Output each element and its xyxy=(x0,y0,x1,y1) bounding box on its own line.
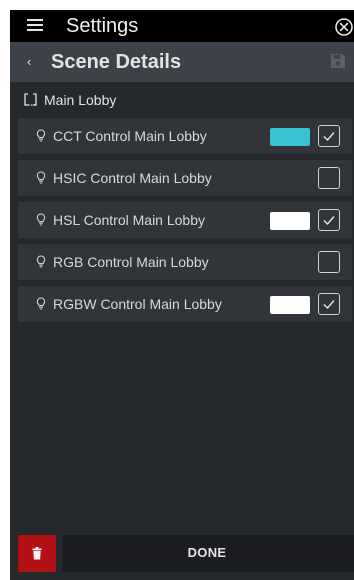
save-icon[interactable] xyxy=(330,53,346,69)
device-label: RGBW Control Main Lobby xyxy=(53,296,222,312)
device-checkbox[interactable] xyxy=(318,251,340,273)
device-label: HSL Control Main Lobby xyxy=(53,212,206,228)
list-item[interactable]: HSL Control Main Lobby xyxy=(18,202,352,238)
group-label: Main Lobby xyxy=(44,92,117,108)
delete-button[interactable] xyxy=(18,535,56,572)
device-checkbox[interactable] xyxy=(318,125,340,147)
bulb-icon xyxy=(36,255,46,268)
section-title: Scene Details xyxy=(51,51,182,73)
list-item[interactable]: CCT Control Main Lobby xyxy=(18,118,352,154)
list-item[interactable]: RGB Control Main Lobby xyxy=(18,244,352,280)
chevron-left-icon[interactable]: ‹ xyxy=(27,55,31,69)
bulb-icon xyxy=(36,213,46,226)
bulb-icon xyxy=(36,171,46,184)
device-label: CCT Control Main Lobby xyxy=(53,128,207,144)
list-item[interactable]: HSIC Control Main Lobby xyxy=(18,160,352,196)
group-bracket-icon xyxy=(24,93,37,106)
hamburger-menu-icon[interactable] xyxy=(27,19,43,32)
trash-icon xyxy=(32,547,42,560)
device-checkbox[interactable] xyxy=(318,293,340,315)
bulb-icon xyxy=(36,297,46,310)
color-swatch[interactable] xyxy=(270,212,310,230)
device-label: HSIC Control Main Lobby xyxy=(53,170,212,186)
device-checkbox[interactable] xyxy=(318,167,340,189)
list-item[interactable]: RGBW Control Main Lobby xyxy=(18,286,352,322)
bulb-icon xyxy=(36,129,46,142)
top-bar: Settings xyxy=(10,10,354,42)
page-title: Settings xyxy=(66,15,139,37)
scene-details-header: ‹ Scene Details xyxy=(10,42,354,82)
done-button[interactable]: DONE xyxy=(62,535,354,572)
color-swatch[interactable] xyxy=(270,128,310,146)
settings-screen: Settings ‹ Scene Details Main Lobby CCT … xyxy=(10,10,354,580)
close-icon[interactable] xyxy=(334,17,354,37)
device-label: RGB Control Main Lobby xyxy=(53,254,209,270)
done-button-label: DONE xyxy=(187,545,227,560)
color-swatch[interactable] xyxy=(270,296,310,314)
device-checkbox[interactable] xyxy=(318,209,340,231)
